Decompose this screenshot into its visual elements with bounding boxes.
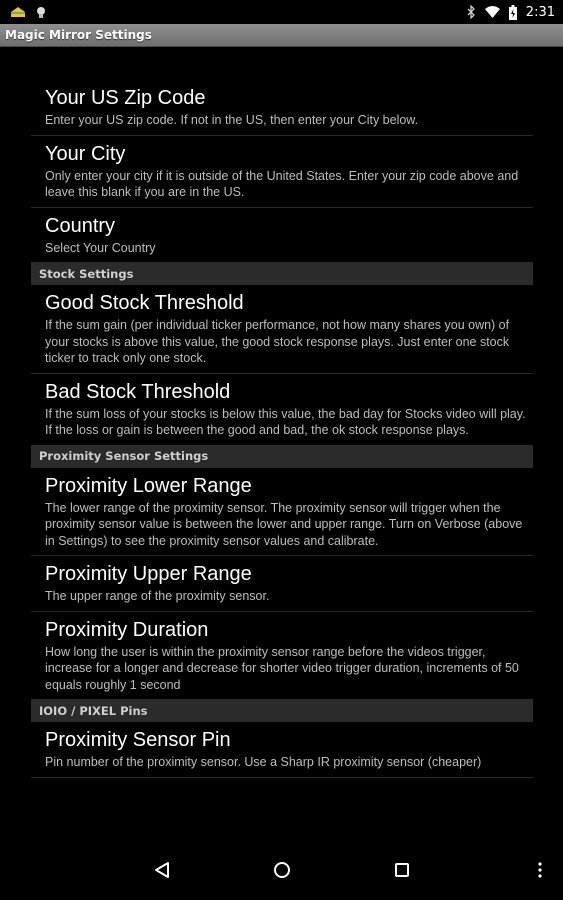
- section-header-proximity: Proximity Sensor Settings: [31, 444, 533, 468]
- pref-proximity-duration[interactable]: Proximity Duration How long the user is …: [31, 612, 533, 700]
- pref-summary: If the sum loss of your stocks is below …: [45, 406, 526, 438]
- section-header-label: Stock Settings: [39, 266, 134, 281]
- overflow-menu-icon[interactable]: [528, 858, 552, 882]
- pref-title: Good Stock Threshold: [45, 292, 244, 314]
- pref-summary: Enter your US zip code. If not in the US…: [45, 113, 419, 127]
- status-bar: 2:31: [0, 0, 563, 24]
- screen: 2:31 Magic Mirror Settings Your US Zip C…: [0, 0, 563, 900]
- status-time: 2:31: [525, 4, 555, 20]
- title-bar: Magic Mirror Settings: [0, 24, 563, 47]
- pref-title: Your US Zip Code: [45, 87, 206, 109]
- pref-good-stock-threshold[interactable]: Good Stock Threshold If the sum gain (pe…: [31, 285, 533, 374]
- pref-title: Bad Stock Threshold: [45, 380, 231, 403]
- lightbulb-icon: [36, 6, 46, 19]
- pref-title: Country: [45, 214, 116, 237]
- home-icon[interactable]: [270, 858, 294, 882]
- pref-proximity-lower-range[interactable]: Proximity Lower Range The lower range of…: [31, 468, 533, 556]
- pref-proximity-sensor-pin[interactable]: Proximity Sensor Pin Pin number of the p…: [31, 722, 533, 778]
- battery-icon: [508, 4, 517, 20]
- pref-country[interactable]: Country Select Your Country: [31, 208, 533, 263]
- pref-zip-code[interactable]: Your US Zip Code Enter your US zip code.…: [31, 80, 533, 136]
- pref-summary: The upper range of the proximity sensor.: [45, 589, 270, 603]
- pref-summary: Pin number of the proximity sensor. Use …: [45, 755, 482, 769]
- pref-title: Proximity Upper Range: [45, 563, 252, 585]
- nav-bar: [0, 836, 563, 900]
- sandwich-icon: [10, 6, 26, 18]
- scroll-fade: [0, 800, 563, 836]
- pref-city[interactable]: Your City Only enter your city if it is …: [31, 136, 533, 208]
- pref-title: Proximity Sensor Pin: [45, 729, 231, 751]
- recents-icon[interactable]: [390, 858, 414, 882]
- pref-summary: Only enter your city if it is outside of…: [45, 168, 519, 200]
- wifi-icon: [484, 6, 500, 18]
- pref-summary: How long the user is within the proximit…: [45, 644, 519, 692]
- section-header-stock: Stock Settings: [31, 262, 533, 285]
- section-header-label: IOIO / PIXEL Pins: [39, 703, 148, 718]
- pref-title: Your City: [45, 142, 126, 165]
- pref-title: Proximity Duration: [45, 618, 209, 641]
- pref-summary: If the sum gain (per individual ticker p…: [45, 318, 510, 365]
- section-header-pins: IOIO / PIXEL Pins: [31, 699, 533, 722]
- pref-proximity-upper-range[interactable]: Proximity Upper Range The upper range of…: [31, 556, 533, 612]
- pref-summary: The lower range of the proximity sensor.…: [45, 500, 523, 548]
- back-icon[interactable]: [150, 858, 174, 882]
- bluetooth-icon: [467, 5, 476, 19]
- preference-list: Your US Zip Code Enter your US zip code.…: [31, 80, 533, 778]
- pref-summary: Select Your Country: [45, 240, 156, 255]
- page-title: Magic Mirror Settings: [5, 28, 152, 42]
- pref-bad-stock-threshold[interactable]: Bad Stock Threshold If the sum loss of y…: [31, 374, 533, 445]
- pref-title: Proximity Lower Range: [45, 474, 252, 497]
- section-header-label: Proximity Sensor Settings: [39, 449, 209, 463]
